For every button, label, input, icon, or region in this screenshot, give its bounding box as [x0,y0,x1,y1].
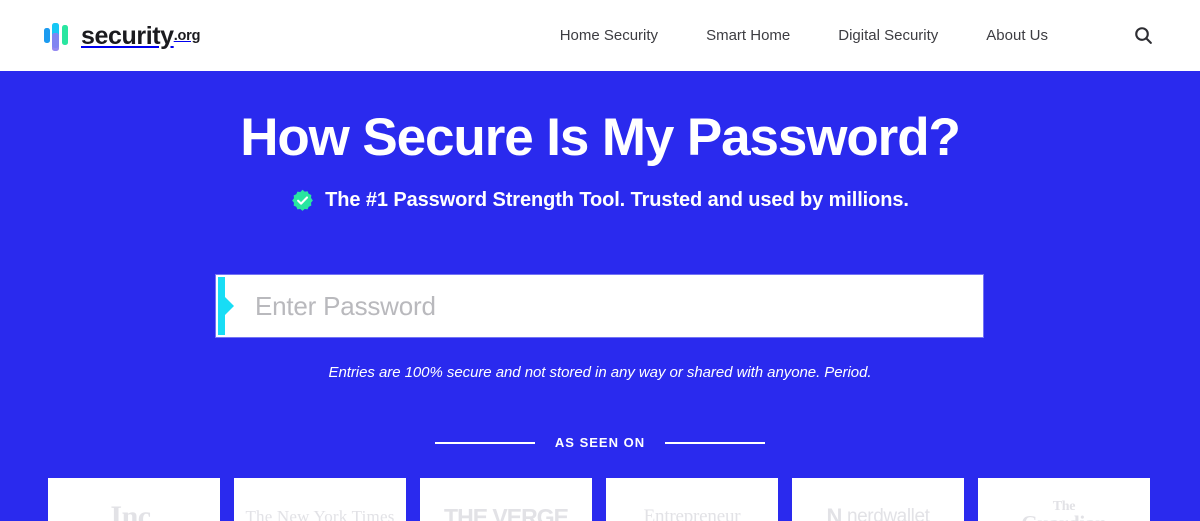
nav-item-digital-security[interactable]: Digital Security [814,0,962,71]
hero-subtitle-text: The #1 Password Strength Tool. Trusted a… [325,188,909,211]
password-input[interactable] [225,277,981,335]
press-card-guardian[interactable]: The Guardian [978,478,1150,521]
search-icon[interactable] [1130,22,1156,48]
as-seen-on-divider: AS SEEN ON [0,435,1200,450]
press-logo-nerdwallet-text: nerdwallet [846,506,930,521]
password-field-wrapper[interactable] [216,275,983,337]
hero-subtitle: The #1 Password Strength Tool. Trusted a… [0,189,1200,212]
press-logo-nyt: The New York Times [245,507,395,521]
nav-item-about-us[interactable]: About Us [962,0,1072,71]
nav-item-smart-home[interactable]: Smart Home [682,0,814,71]
nav-item-home-security[interactable]: Home Security [536,0,682,71]
press-logo-entrepreneur: Entrepreneur [643,506,741,521]
right-arrow-icon [218,277,234,335]
page-root: security .org Home Security Smart Home D… [0,0,1200,521]
nerdwallet-n-icon: N [826,504,842,521]
site-header: security .org Home Security Smart Home D… [0,0,1200,71]
verified-check-badge-icon [292,189,313,211]
as-seen-on-label: AS SEEN ON [554,435,646,450]
press-card-nyt[interactable]: The New York Times [234,478,406,521]
main-nav: Home Security Smart Home Digital Securit… [536,0,1072,71]
press-logo-verge: THE VERGE [444,503,569,521]
press-logo-inc: Inc. [110,500,158,521]
press-card-nerdwallet[interactable]: N nerdwallet [792,478,964,521]
divider-line-left [434,441,535,444]
press-card-inc[interactable]: Inc. [48,478,220,521]
hero-section: How Secure Is My Password? The #1 Passwo… [0,71,1200,521]
site-logo[interactable]: security .org [44,18,200,54]
bars-logo-icon [44,21,74,51]
logo-tld: .org [173,28,201,44]
page-title: How Secure Is My Password? [240,108,961,167]
divider-line-right [665,441,766,444]
press-logo-row: Inc. The New York Times THE VERGE Entrep… [48,478,1152,521]
press-card-entrepreneur[interactable]: Entrepreneur [606,478,778,521]
press-logo-guardian: The Guardian [1021,500,1106,521]
security-disclaimer: Entries are 100% secure and not stored i… [328,364,872,381]
guardian-line-2: Guardian [1021,512,1106,521]
press-card-verge[interactable]: THE VERGE [420,478,592,521]
press-logo-nerdwallet: N nerdwallet [826,504,930,521]
logo-text: security [81,21,174,50]
